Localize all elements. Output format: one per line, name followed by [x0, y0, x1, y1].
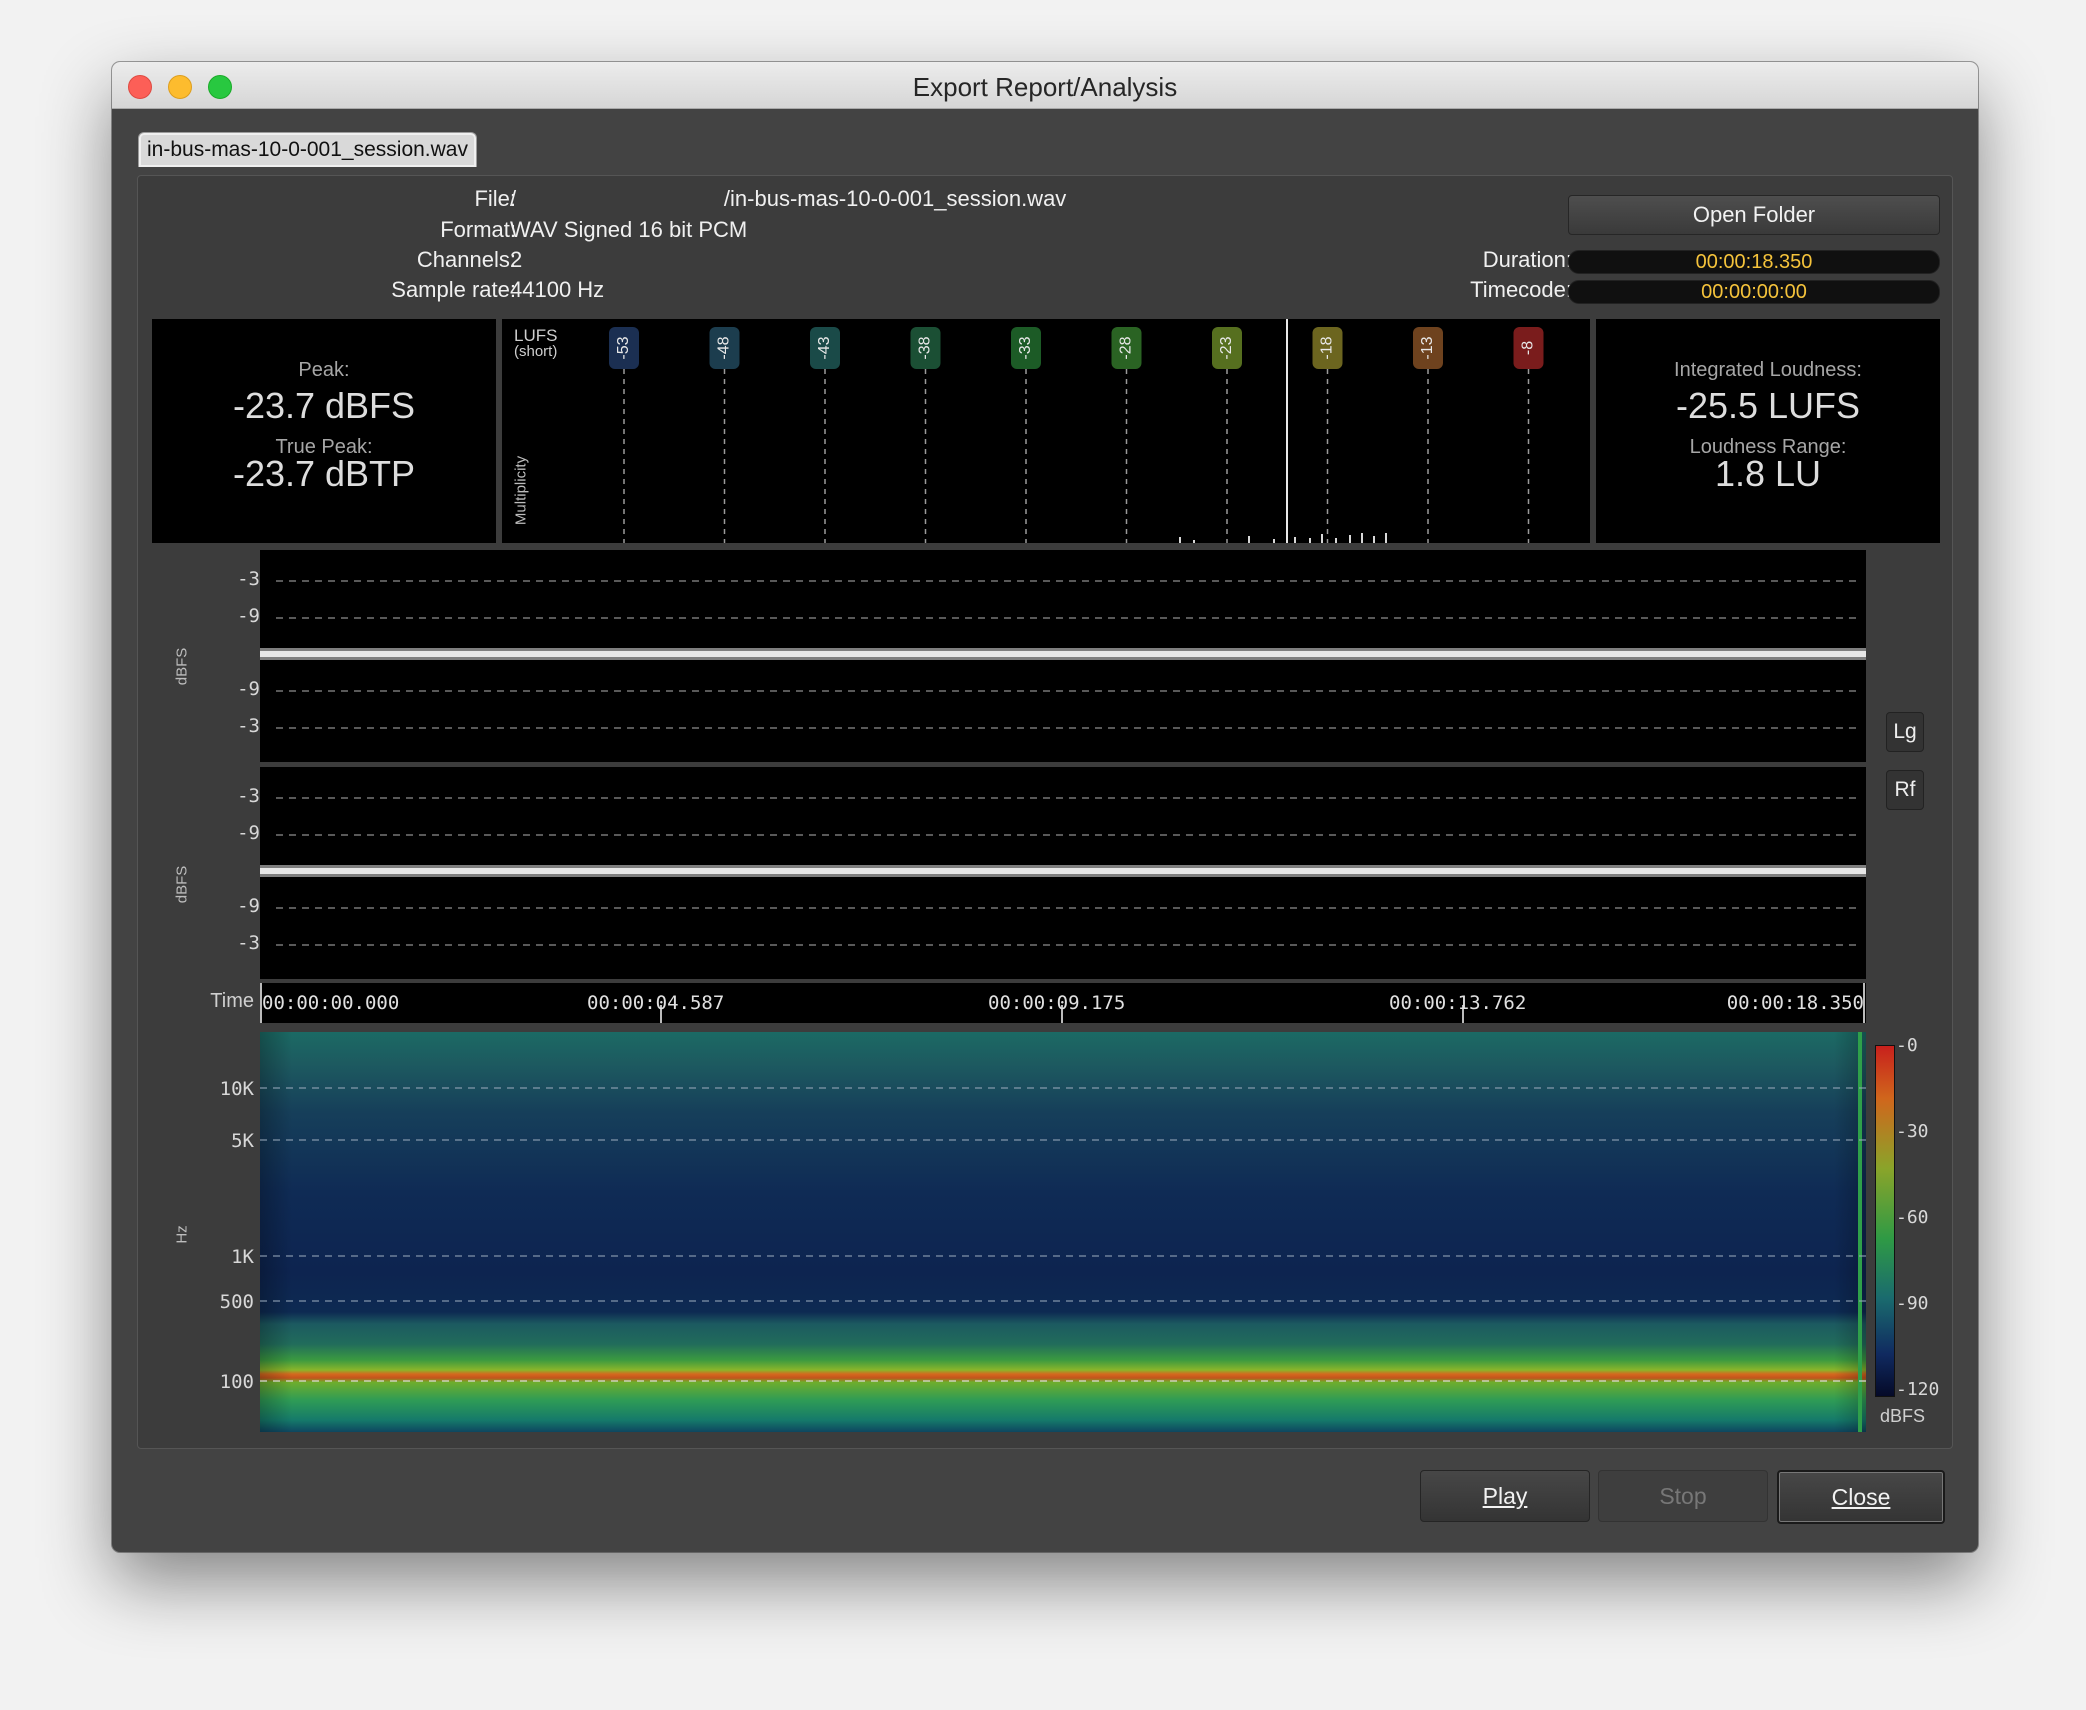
title-bar: Export Report/Analysis	[112, 62, 1978, 109]
color-scale-bar	[1875, 1045, 1895, 1397]
export-report-window: Export Report/Analysis in-bus-mas-10-0-0…	[112, 62, 1978, 1552]
histogram-marker-label: -8	[1520, 341, 1537, 355]
file-value: / /in-bus-mas-10-0-001_session.wav	[510, 186, 1067, 211]
timeline-label: Time	[210, 990, 254, 1012]
timeline-tick: 00:00:09.175	[988, 992, 1126, 1014]
channels-value: 2	[510, 247, 523, 272]
timeline-tick: 00:00:18.350	[1726, 992, 1864, 1014]
channels-label: Channels:	[416, 247, 516, 272]
loudness-meter: Integrated Loudness: -25.5 LUFS Loudness…	[1596, 319, 1940, 543]
color-scale-tick: -30	[1896, 1121, 1929, 1142]
waveform-1-tick: -3	[237, 568, 260, 590]
waveform-1-y-label: dBFS	[173, 647, 191, 686]
color-scale-tick: -120	[1896, 1379, 1940, 1400]
color-scale-tick: -60	[1896, 1207, 1929, 1228]
open-folder-button[interactable]: Open Folder	[1568, 195, 1940, 235]
timeline-tick: 00:00:04.587	[587, 992, 725, 1014]
waveform-2-tick: -3	[237, 932, 260, 954]
timeline-ruler: 00:00:00.000 00:00:04.587 00:00:09.175 0…	[260, 983, 1866, 1023]
close-button[interactable]: Close	[1777, 1470, 1945, 1524]
waveform-2-tick: -9	[237, 895, 260, 917]
duration-label: Duration:	[1482, 247, 1572, 272]
histogram-marker-label: -18	[1319, 336, 1336, 359]
timeline-tick: 00:00:00.000	[262, 992, 400, 1014]
waveform-channel-2	[260, 767, 1866, 979]
waveform-2-tick: -3	[237, 785, 260, 807]
play-button[interactable]: Play	[1420, 1470, 1590, 1522]
color-scale-tick: -90	[1896, 1293, 1929, 1314]
stop-button[interactable]: Stop	[1598, 1470, 1768, 1522]
waveform-1-plot	[260, 580, 1866, 729]
integrated-loudness-label: Integrated Loudness:	[1674, 359, 1862, 381]
histogram-marker-label: -28	[1118, 336, 1135, 359]
histogram-marker-label: -48	[716, 336, 733, 359]
histogram-marker-label: -43	[816, 336, 833, 359]
duration-field: 00:00:18.350	[1568, 250, 1940, 274]
frequency-tick: 500	[219, 1291, 254, 1313]
integrated-loudness-value: -25.5 LUFS	[1675, 385, 1861, 426]
tab-session-file[interactable]: in-bus-mas-10-0-001_session.wav	[138, 132, 477, 167]
peak-value: -23.7 dBFS	[232, 385, 416, 426]
peak-meter: Peak: -23.7 dBFS True Peak: -23.7 dBTP	[152, 319, 496, 543]
timeline-tick: 00:00:13.762	[1389, 992, 1527, 1014]
window-title: Export Report/Analysis	[912, 72, 1178, 102]
true-peak-value: -23.7 dBTP	[232, 453, 416, 494]
rectified-toggle[interactable]: Rf	[1886, 770, 1924, 810]
spectrogram	[260, 1032, 1866, 1432]
waveform-1-tick: -9	[237, 678, 260, 700]
timecode-field: 00:00:00:00	[1568, 280, 1940, 304]
waveform-2-plot	[260, 797, 1866, 946]
color-scale-unit: dBFS	[1880, 1406, 1926, 1426]
histogram-marker-label: -33	[1017, 336, 1034, 359]
frequency-tick: 10K	[219, 1078, 254, 1100]
histogram-plot: -53 -48 -43 -38 -33 -28 -23 -18 -13 -8	[609, 319, 1544, 543]
log-scale-toggle[interactable]: Lg	[1886, 712, 1924, 752]
waveform-channel-1	[260, 550, 1866, 762]
frequency-tick: 5K	[231, 1130, 254, 1152]
histogram-marker-label: -13	[1419, 336, 1436, 359]
loudness-histogram: LUFS (short) Multiplicity -53 -48 -43 -38 -3…	[502, 319, 1590, 543]
waveform-1-tick: -3	[237, 715, 260, 737]
color-scale-tick: -0	[1896, 1035, 1918, 1056]
sample-rate-value: 44100 Hz	[510, 277, 605, 302]
close-button-label: Close	[1831, 1484, 1891, 1510]
spectrogram-y-label: Hz	[173, 1225, 191, 1244]
peak-label: Peak:	[298, 359, 350, 381]
play-button-label: Play	[1482, 1483, 1528, 1509]
spectrogram-plot	[260, 1032, 1866, 1432]
frequency-tick: 1K	[231, 1246, 254, 1268]
waveform-2-y-label: dBFS	[173, 865, 191, 904]
histogram-marker-label: -53	[615, 336, 632, 359]
frequency-tick: 100	[219, 1371, 254, 1393]
histogram-marker-label: -38	[917, 336, 934, 359]
format-label: Format:	[440, 217, 516, 242]
timecode-label: Timecode:	[1470, 277, 1572, 302]
loudness-range-value: 1.8 LU	[1714, 453, 1822, 494]
histogram-marker-label: -23	[1218, 336, 1235, 359]
waveform-2-tick: -9	[237, 822, 260, 844]
format-value: WAV Signed 16 bit PCM	[510, 217, 748, 242]
sample-rate-label: Sample rate:	[391, 277, 516, 302]
waveform-1-tick: -9	[237, 605, 260, 627]
